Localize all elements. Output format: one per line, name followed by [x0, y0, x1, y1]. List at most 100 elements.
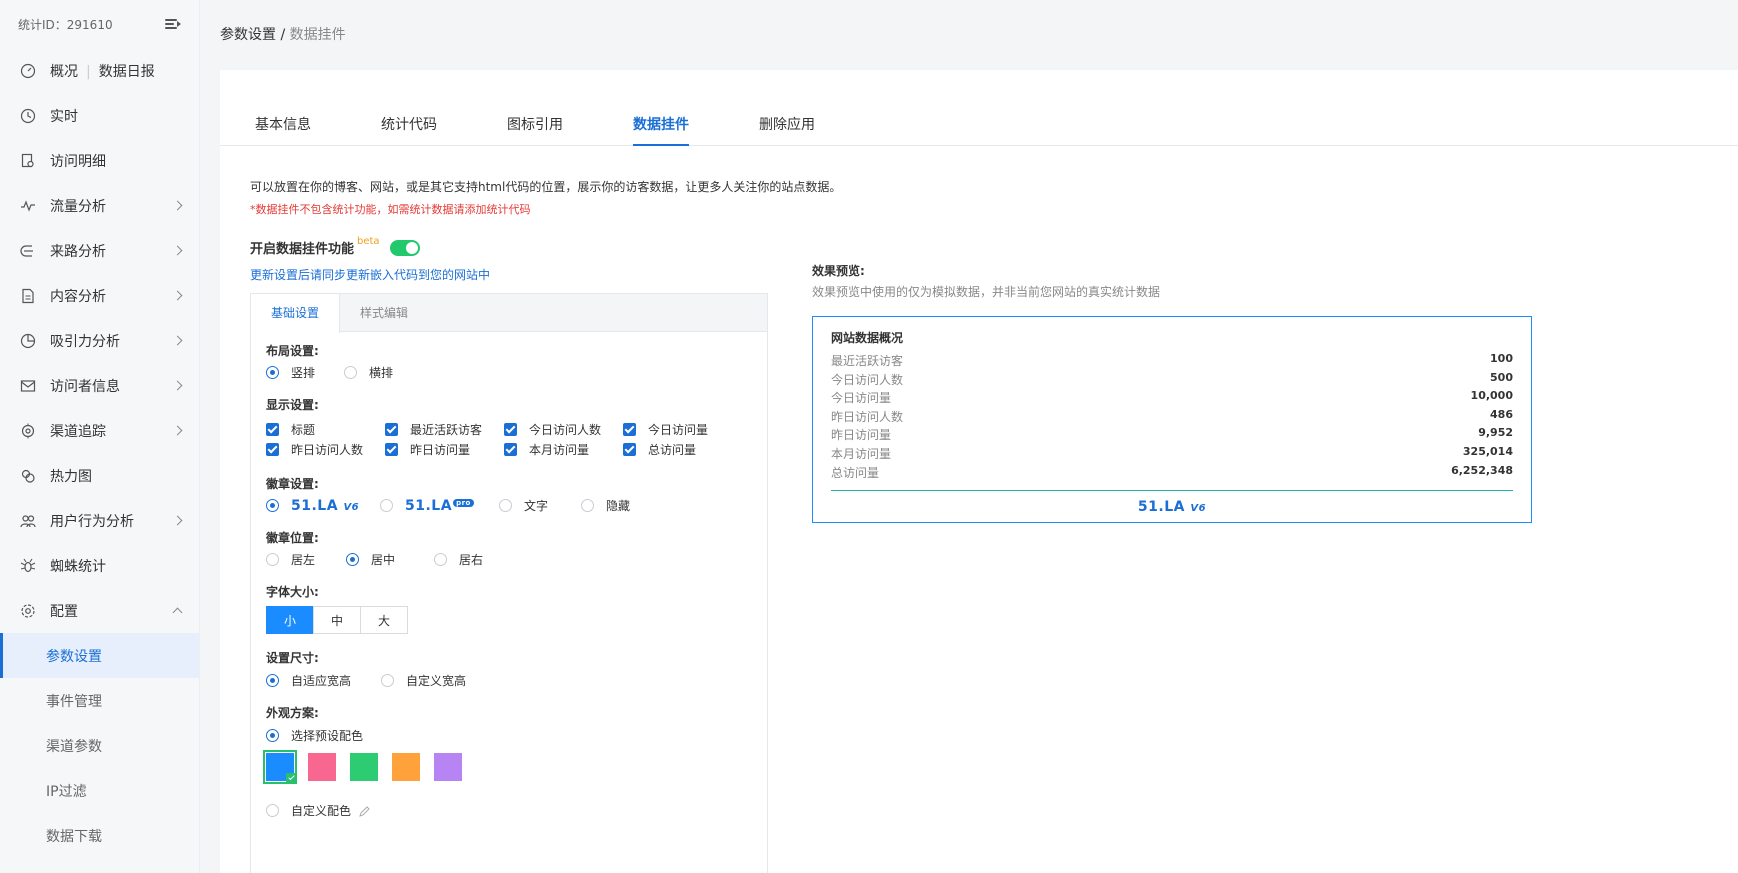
daily-report-link[interactable]: 数据日报 [99, 64, 155, 80]
sidebar-item-overview[interactable]: 概况 | 数据日报 [0, 48, 199, 93]
swatch-purple[interactable] [434, 753, 462, 781]
display-options-row2: 昨日访问人数 昨日访问量 本月访问量 总访问量 [266, 441, 696, 458]
tab-delete-app[interactable]: 删除应用 [759, 114, 815, 146]
display-today-visitors-checkbox[interactable] [504, 423, 517, 436]
badge-center-radio[interactable] [346, 553, 359, 566]
preview-box-title: 网站数据概况 [831, 331, 904, 345]
sidebar-subitem-channel-params[interactable]: 渠道参数 [0, 723, 199, 768]
display-title-checkbox[interactable] [266, 423, 279, 436]
chevron-up-icon [172, 607, 183, 618]
enable-widget-switch[interactable] [389, 239, 420, 256]
tab-style-edit[interactable]: 样式编辑 [340, 294, 428, 332]
sidebar-item-config[interactable]: 配置 [0, 588, 199, 633]
sidebar: 统计ID：291610 概况 | 数据日报 实时 访问明细 流量分析 来路分析 内容… [0, 0, 200, 873]
appearance-custom-radio[interactable] [266, 804, 279, 817]
font-size-small-button[interactable]: 小 [266, 606, 314, 634]
display-yesterday-pv-checkbox[interactable] [385, 443, 398, 456]
badge-hide-radio[interactable] [581, 499, 594, 512]
appearance-title: 外观方案: [266, 706, 319, 720]
swatch-green[interactable] [350, 753, 378, 781]
preview-row: 总访问量 6,252,348 [831, 463, 1513, 480]
display-yesterday-visitors-checkbox[interactable] [266, 443, 279, 456]
tab-bar: 基本信息 统计代码 图标引用 数据挂件 删除应用 [220, 114, 1738, 146]
sidebar-item-label: 渠道追踪 [50, 423, 106, 440]
display-total-pv-checkbox[interactable] [623, 443, 636, 456]
chevron-right-icon [172, 245, 183, 256]
layout-title: 布局设置: [266, 344, 319, 358]
swatch-pink[interactable] [308, 753, 336, 781]
breadcrumb-parent[interactable]: 参数设置 [220, 27, 276, 43]
badge-right-radio[interactable] [434, 553, 447, 566]
layout-vertical-radio[interactable] [266, 366, 279, 379]
sidebar-subitem-download[interactable]: 数据下载 [0, 813, 199, 858]
swatch-orange[interactable] [392, 753, 420, 781]
sidebar-header: 统计ID：291610 [0, 0, 199, 48]
badge-pro-radio[interactable] [380, 499, 393, 512]
enable-widget-label: 开启数据挂件功能 [250, 242, 355, 257]
sidebar-item-content[interactable]: 内容分析 [0, 273, 199, 318]
font-size-large-button[interactable]: 大 [360, 606, 408, 634]
size-title: 设置尺寸: [266, 651, 319, 665]
pulse-icon [20, 198, 36, 214]
sidebar-subitem-params[interactable]: 参数设置 [0, 633, 199, 678]
color-swatches [263, 750, 476, 784]
sidebar-item-visit-detail[interactable]: 访问明细 [0, 138, 199, 183]
size-auto-radio[interactable] [266, 674, 279, 687]
sidebar-item-label: 访问者信息 [50, 378, 120, 395]
widget-description: 可以放置在你的博客、网站，或是其它支持html代码的位置，展示你的访客数据，让更… [250, 180, 842, 194]
sidebar-item-user-behavior[interactable]: 用户行为分析 [0, 498, 199, 543]
sidebar-item-heatmap[interactable]: 热力图 [0, 453, 199, 498]
sidebar-item-attraction[interactable]: 吸引力分析 [0, 318, 199, 363]
appearance-custom-row: 自定义配色 [266, 802, 370, 819]
preview-row: 今日访问量 10,000 [831, 389, 1513, 406]
51la-pro-logo: 51.LA pro [405, 498, 474, 514]
display-title: 显示设置: [266, 398, 319, 412]
sidebar-subitem-events[interactable]: 事件管理 [0, 678, 199, 723]
badge-text-radio[interactable] [499, 499, 512, 512]
sidebar-item-label: 吸引力分析 [50, 333, 120, 350]
pie-icon [20, 333, 36, 349]
sidebar-item-spider[interactable]: 蜘蛛统计 [0, 543, 199, 588]
badge-left-radio[interactable] [266, 553, 279, 566]
appearance-preset-radio[interactable] [266, 729, 279, 742]
size-custom-radio[interactable] [381, 674, 394, 687]
badge-v6-radio[interactable] [266, 499, 279, 512]
swatch-blue[interactable] [263, 750, 297, 784]
font-size-medium-button[interactable]: 中 [313, 606, 361, 634]
gear-icon [20, 603, 36, 619]
target-icon [20, 423, 36, 439]
display-today-pv-checkbox[interactable] [623, 423, 636, 436]
update-embed-code-link[interactable]: 更新设置后请同步更新嵌入代码到您的网站中 [250, 266, 490, 283]
enable-widget-row: 开启数据挂件功能 beta [250, 236, 420, 257]
preview-divider [831, 490, 1513, 492]
font-size-title: 字体大小: [266, 585, 319, 599]
tab-icon-reference[interactable]: 图标引用 [507, 114, 563, 146]
layout-horizontal-radio[interactable] [344, 366, 357, 379]
collapse-menu-icon[interactable] [165, 17, 181, 31]
chevron-right-icon [172, 290, 183, 301]
dashboard-icon [20, 63, 36, 79]
tab-tracking-code[interactable]: 统计代码 [381, 114, 437, 146]
display-recent-visitors-checkbox[interactable] [385, 423, 398, 436]
document-search-icon [20, 153, 36, 169]
sidebar-item-label: 热力图 [50, 468, 92, 485]
settings-tab-bar: 基础设置 样式编辑 [251, 294, 767, 333]
clock-icon [20, 108, 36, 124]
tab-basic-settings[interactable]: 基础设置 [251, 294, 341, 333]
preview-row: 今日访问人数 500 [831, 370, 1513, 387]
sidebar-item-traffic[interactable]: 流量分析 [0, 183, 199, 228]
chevron-right-icon [172, 200, 183, 211]
tab-data-widget[interactable]: 数据挂件 [633, 114, 689, 146]
preview-subtitle: 效果预览中使用的仅为模拟数据，并非当前您网站的真实统计数据 [812, 285, 1161, 299]
sidebar-item-source[interactable]: 来路分析 [0, 228, 199, 273]
tab-basic-info[interactable]: 基本信息 [255, 114, 311, 146]
sidebar-item-visitor-info[interactable]: 访问者信息 [0, 363, 199, 408]
sidebar-subitem-ip-filter[interactable]: IP过滤 [0, 768, 199, 813]
sidebar-item-channel[interactable]: 渠道追踪 [0, 408, 199, 453]
sidebar-item-realtime[interactable]: 实时 [0, 93, 199, 138]
display-month-pv-checkbox[interactable] [504, 443, 517, 456]
size-options: 自适应宽高 自定义宽高 [266, 672, 466, 689]
mail-icon [20, 378, 36, 394]
sidebar-item-label: 蜘蛛统计 [50, 558, 106, 575]
pencil-icon[interactable] [359, 805, 370, 817]
